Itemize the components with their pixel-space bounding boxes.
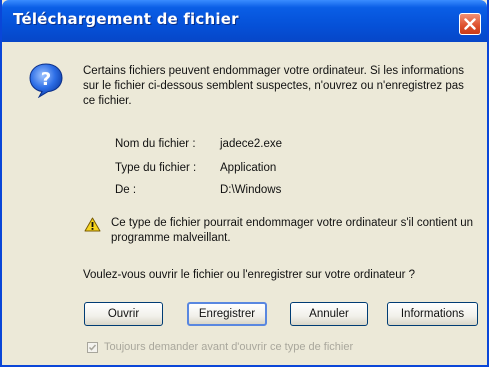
title-bar[interactable]: Téléchargement de fichier — [2, 0, 487, 42]
warning-icon — [84, 217, 101, 232]
file-source-value: D:\Windows — [220, 184, 282, 196]
open-button[interactable]: Ouvrir — [84, 302, 163, 326]
file-name-label: Nom du fichier : — [115, 138, 196, 150]
close-icon — [464, 18, 476, 30]
save-button[interactable]: Enregistrer — [187, 302, 267, 326]
always-ask-checkbox[interactable] — [87, 341, 98, 353]
prompt-question: Voulez-vous ouvrir le fichier ou l'enreg… — [83, 269, 416, 281]
always-ask-label: Toujours demander avant d'ouvrir ce type… — [104, 341, 354, 353]
warning-message: Certains fichiers peuvent endommager vot… — [83, 65, 464, 107]
file-download-dialog: Téléchargement de fichier ? Certains fic… — [0, 0, 489, 367]
always-ask-option: Toujours demander avant d'ouvrir ce type… — [87, 341, 353, 353]
cancel-button[interactable]: Annuler — [290, 302, 368, 326]
file-type-label: Type du fichier : — [115, 162, 197, 174]
file-name-value: jadece2.exe — [220, 138, 283, 150]
question-icon: ? — [29, 63, 63, 98]
dialog-title: Téléchargement de fichier — [13, 10, 239, 28]
svg-text:?: ? — [41, 69, 51, 90]
close-button[interactable] — [459, 13, 481, 35]
warning-text: Ce type de fichier pourrait endommager v… — [111, 217, 474, 244]
check-icon — [88, 344, 97, 351]
file-type-value: Application — [220, 162, 277, 174]
info-button[interactable]: Informations — [387, 302, 478, 326]
file-source-label: De : — [115, 184, 137, 196]
